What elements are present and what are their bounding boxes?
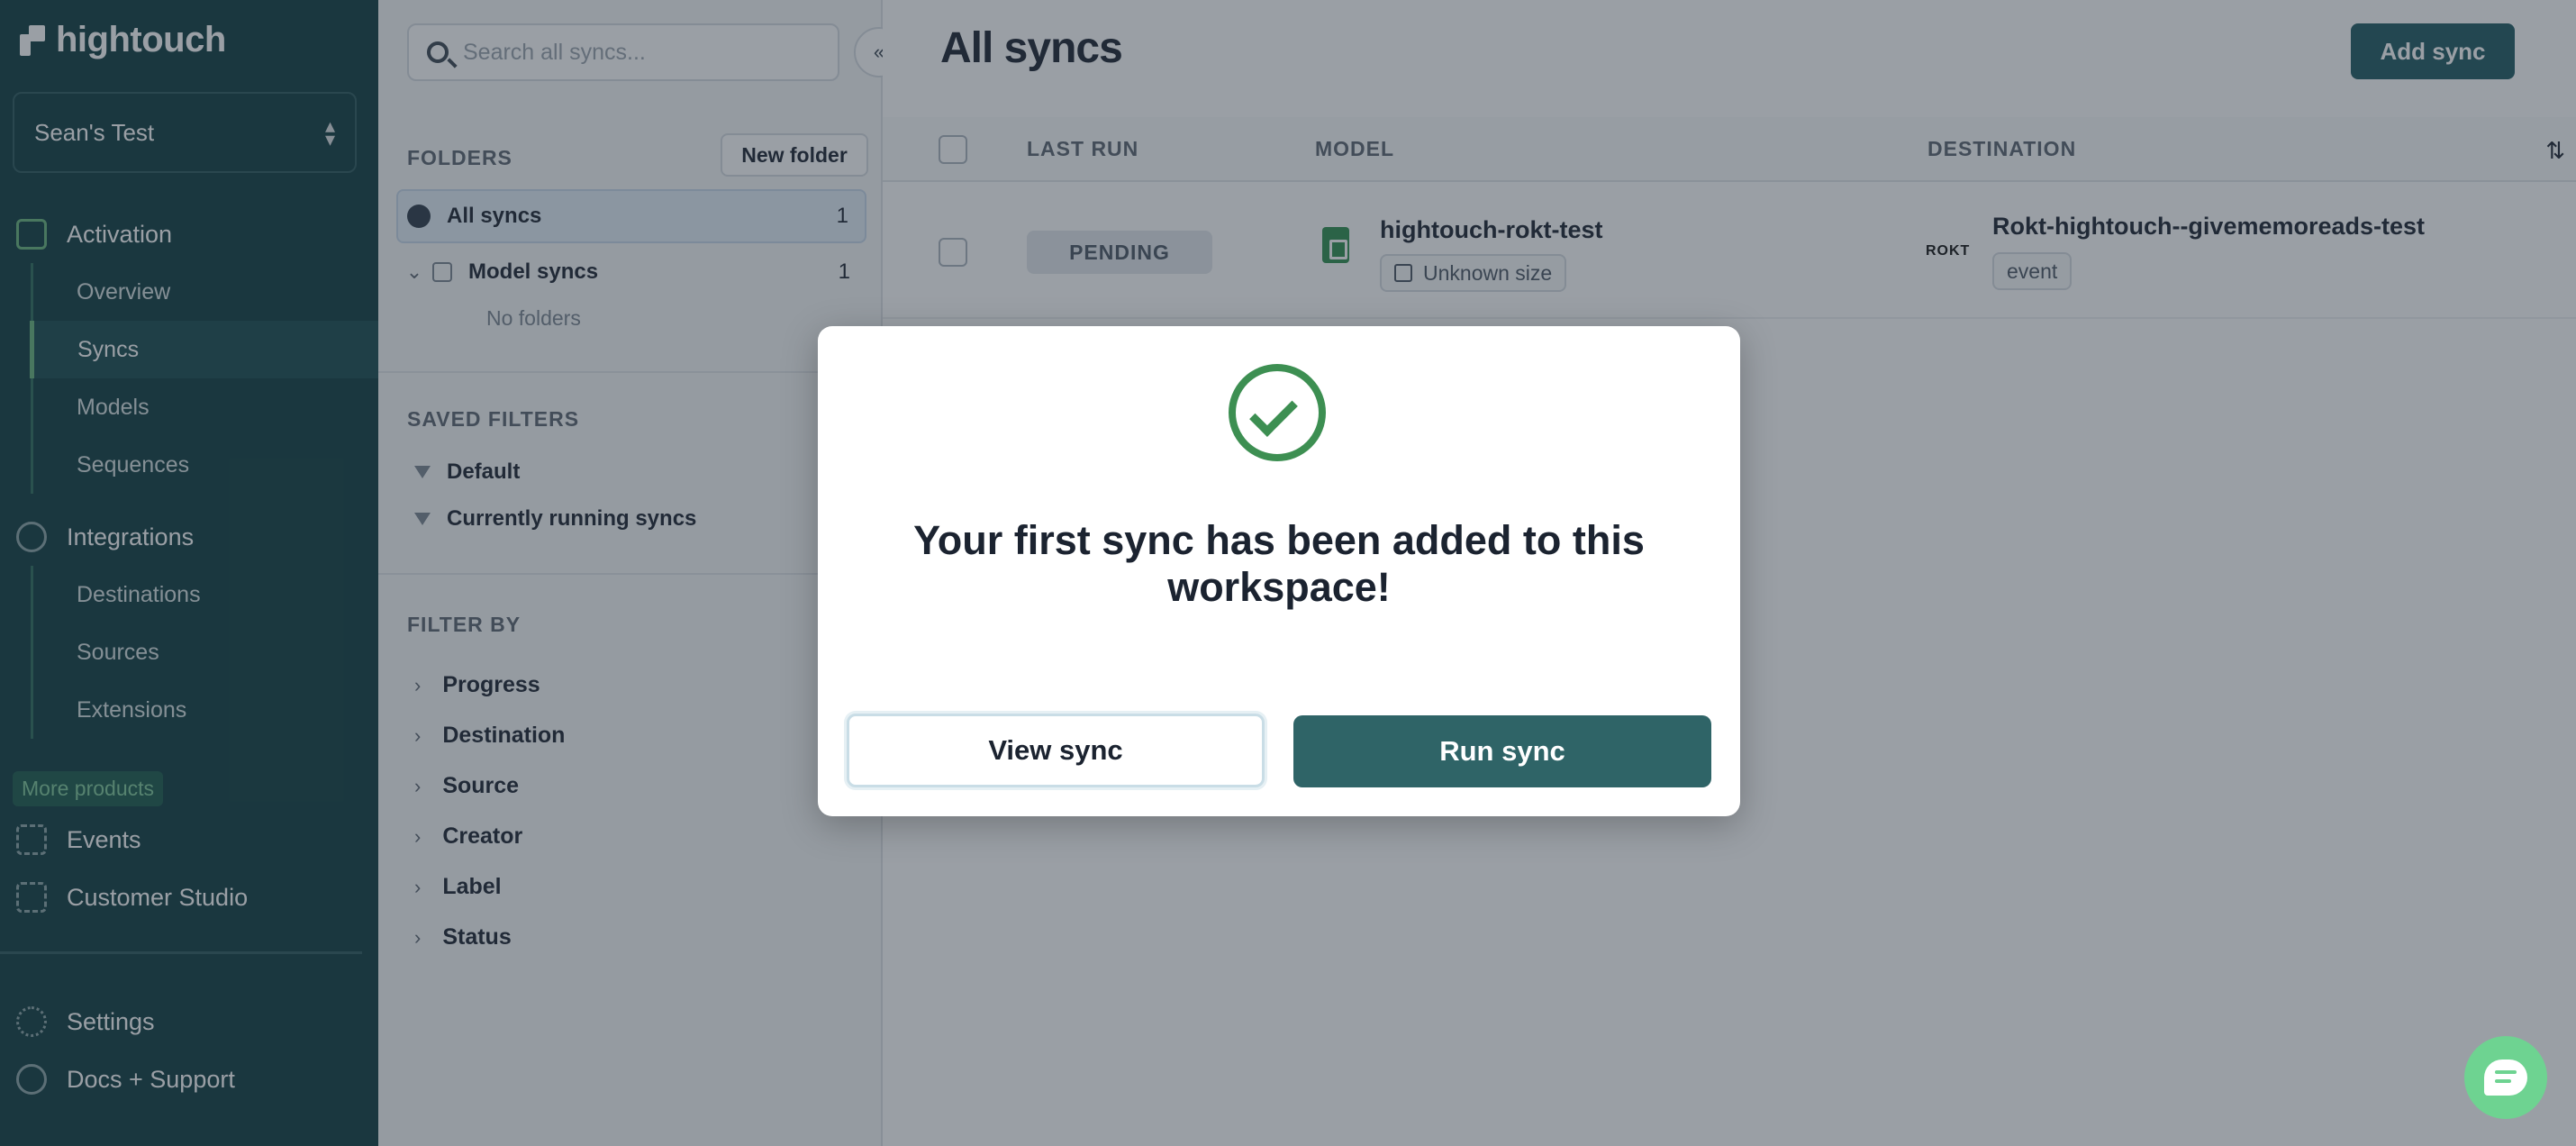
modal-title: Your first sync has been added to this w… bbox=[913, 517, 1645, 610]
chat-support-button[interactable] bbox=[2464, 1036, 2547, 1119]
chat-icon bbox=[2484, 1060, 2527, 1096]
sync-added-modal: Your first sync has been added to this w… bbox=[818, 326, 1740, 816]
checkmark-icon bbox=[1249, 388, 1298, 437]
view-sync-button[interactable]: View sync bbox=[847, 714, 1265, 787]
check-circle-icon bbox=[1229, 364, 1326, 461]
run-sync-button[interactable]: Run sync bbox=[1293, 715, 1711, 787]
